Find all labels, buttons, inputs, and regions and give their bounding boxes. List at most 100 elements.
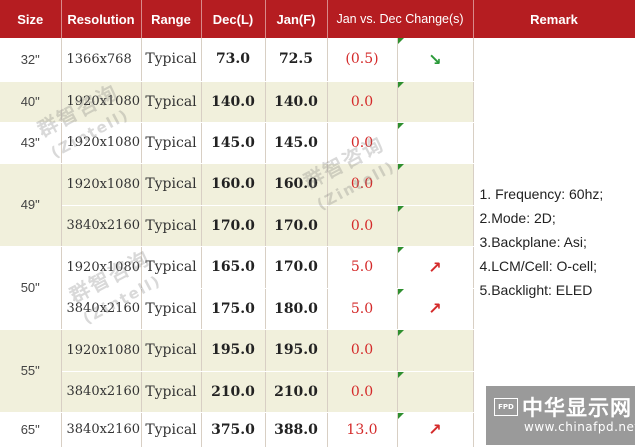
site-logo: FPD 中华显示网 www.chinafpd.net [486, 386, 635, 445]
range-cell: Typical [141, 329, 202, 372]
header-remark: Remark [473, 0, 635, 38]
comment-marker [397, 371, 404, 378]
jan-cell: 160.0 [265, 163, 328, 206]
trend-cell: ↘ [397, 38, 474, 82]
resolution-cell: 1920x1080 [61, 163, 142, 206]
range-cell: Typical [141, 412, 202, 448]
comment-marker [397, 81, 404, 88]
dec-cell: 145.0 [201, 122, 266, 164]
range-cell: Typical [141, 288, 202, 330]
trend-cell [397, 163, 474, 206]
header-resolution: Resolution [61, 0, 142, 38]
jan-cell: 72.5 [265, 38, 328, 82]
resolution-cell: 1366x768 [61, 38, 142, 82]
change-cell: 5.0 [327, 288, 398, 330]
change-cell: 0.0 [327, 329, 398, 372]
comment-marker [397, 288, 404, 295]
dec-cell: 160.0 [201, 163, 266, 206]
trend-cell: ↗ [397, 288, 474, 330]
header-change: Jan vs. Dec Change(s) [327, 0, 474, 38]
resolution-cell: 3840x2160 [61, 371, 142, 413]
size-cell: 55" [0, 329, 62, 413]
fpd-badge-icon: FPD [494, 398, 518, 416]
size-cell: 50" [0, 246, 62, 330]
jan-cell: 170.0 [265, 205, 328, 247]
change-cell: 13.0 [327, 412, 398, 448]
jan-cell: 210.0 [265, 371, 328, 413]
resolution-cell: 1920x1080 [61, 81, 142, 123]
range-cell: Typical [141, 38, 202, 82]
dec-cell: 175.0 [201, 288, 266, 330]
jan-cell: 180.0 [265, 288, 328, 330]
size-cell: 43" [0, 122, 62, 164]
trend-cell: ↗ [397, 246, 474, 289]
header-size: Size [0, 0, 62, 38]
table-row: 32" 1366x768 Typical 73.0 72.5 (0.5) ↘ 1… [0, 38, 635, 448]
header-range: Range [141, 0, 202, 38]
comment-marker [397, 412, 404, 419]
resolution-cell: 3840x2160 [61, 412, 142, 448]
remark-line: 3.Backplane: Asi; [479, 234, 587, 251]
change-cell: 5.0 [327, 246, 398, 289]
header-jan: Jan(F) [265, 0, 328, 38]
trend-cell [397, 122, 474, 164]
jan-cell: 140.0 [265, 81, 328, 123]
arrow-down-icon: ↘ [428, 49, 442, 69]
resolution-cell: 1920x1080 [61, 329, 142, 372]
range-cell: Typical [141, 246, 202, 289]
arrow-up-icon: ↗ [428, 420, 442, 439]
change-cell: 0.0 [327, 371, 398, 413]
comment-marker [397, 163, 404, 170]
size-cell: 40" [0, 81, 62, 123]
jan-cell: 388.0 [265, 412, 328, 448]
comment-marker [397, 329, 404, 336]
change-cell: 0.0 [327, 163, 398, 206]
remark-line: 1. Frequency: 60hz; [479, 186, 604, 203]
range-cell: Typical [141, 122, 202, 164]
trend-cell [397, 205, 474, 247]
size-cell: 49" [0, 163, 62, 247]
dec-cell: 195.0 [201, 329, 266, 372]
arrow-up-icon: ↗ [428, 257, 442, 277]
jan-cell: 145.0 [265, 122, 328, 164]
resolution-cell: 1920x1080 [61, 122, 142, 164]
jan-cell: 170.0 [265, 246, 328, 289]
dec-cell: 73.0 [201, 38, 266, 82]
price-table: Size Resolution Range Dec(L) Jan(F) Jan … [0, 0, 635, 448]
arrow-up-icon: ↗ [428, 299, 442, 318]
comment-marker [397, 246, 404, 253]
dec-cell: 140.0 [201, 81, 266, 123]
dec-cell: 170.0 [201, 205, 266, 247]
comment-marker [397, 38, 404, 44]
change-cell: 0.0 [327, 81, 398, 123]
remark-line: 4.LCM/Cell: O-cell; [479, 258, 597, 275]
resolution-cell: 1920x1080 [61, 246, 142, 289]
dec-cell: 165.0 [201, 246, 266, 289]
range-cell: Typical [141, 371, 202, 413]
change-cell: 0.0 [327, 122, 398, 164]
logo-url: www.chinafpd.net [524, 420, 635, 434]
range-cell: Typical [141, 205, 202, 247]
change-cell: (0.5) [327, 38, 398, 82]
range-cell: Typical [141, 81, 202, 123]
trend-cell [397, 329, 474, 372]
header-dec: Dec(L) [201, 0, 266, 38]
trend-cell [397, 371, 474, 413]
remark-line: 2.Mode: 2D; [479, 210, 556, 227]
jan-cell: 195.0 [265, 329, 328, 372]
trend-cell: ↗ [397, 412, 474, 448]
dec-cell: 375.0 [201, 412, 266, 448]
size-cell: 65" [0, 412, 62, 448]
comment-marker [397, 205, 404, 212]
remark-line: 5.Backlight: ELED [479, 282, 593, 299]
trend-cell [397, 81, 474, 123]
size-cell: 32" [0, 38, 62, 82]
logo-name: 中华显示网 [522, 396, 632, 420]
range-cell: Typical [141, 163, 202, 206]
resolution-cell: 3840x2160 [61, 205, 142, 247]
comment-marker [397, 122, 404, 129]
dec-cell: 210.0 [201, 371, 266, 413]
header-row: Size Resolution Range Dec(L) Jan(F) Jan … [0, 0, 635, 38]
change-cell: 0.0 [327, 205, 398, 247]
resolution-cell: 3840x2160 [61, 288, 142, 330]
